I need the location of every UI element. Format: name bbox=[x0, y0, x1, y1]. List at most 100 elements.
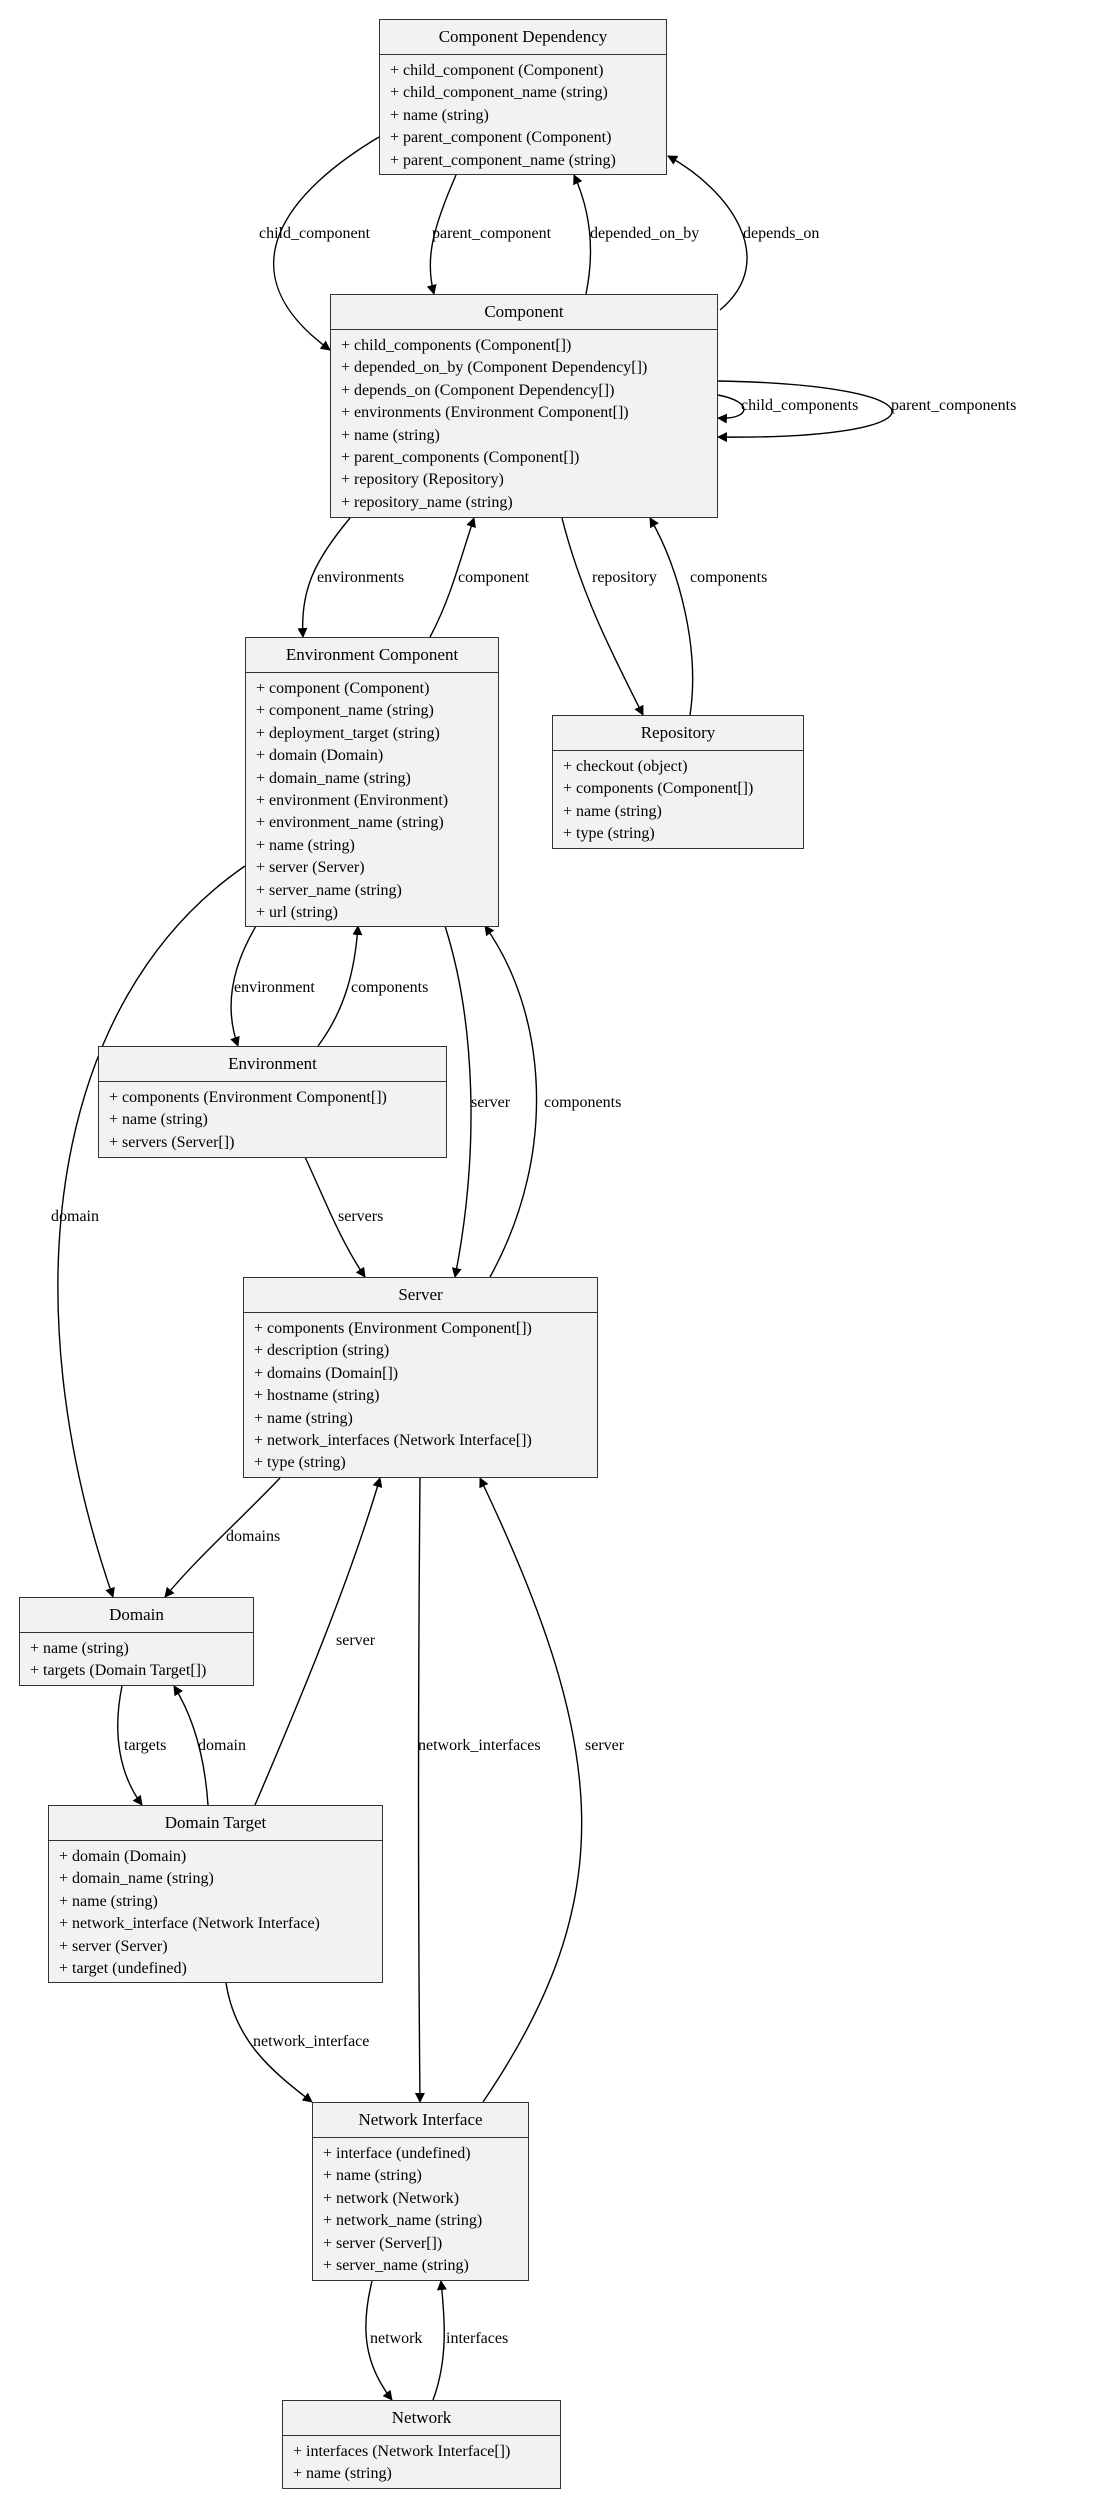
edge-label-depends-on: depends_on bbox=[743, 225, 820, 242]
class-attributes: + child_components (Component[]) + depend… bbox=[331, 330, 717, 518]
class-attribute: + network_interface (Network Interface) bbox=[59, 1915, 320, 1933]
class-attribute: + repository_name (string) bbox=[341, 493, 513, 511]
class-attribute: + components (Environment Component[]) bbox=[254, 1320, 532, 1337]
edge-interfaces bbox=[432, 2280, 447, 2401]
class-domain: Domain + name (string) + targets (Domain T… bbox=[19, 1597, 254, 1686]
edge-label-targets: targets bbox=[124, 1737, 167, 1754]
class-attribute: + deployment_target (string) bbox=[256, 724, 440, 742]
class-attribute: + name (string) bbox=[293, 2465, 392, 2483]
edge-label-server-components: components bbox=[544, 1094, 622, 1111]
class-attribute: + server (Server) bbox=[59, 1937, 168, 1955]
class-attribute: + repository (Repository) bbox=[341, 471, 504, 489]
edge-label-servers: servers bbox=[338, 1208, 384, 1225]
class-title: Repository bbox=[553, 716, 803, 751]
class-attribute: + network (Network) bbox=[323, 2189, 460, 2207]
class-domain-target: Domain Target + domain (Domain) + domain_n… bbox=[48, 1805, 383, 1983]
class-attribute: + child_components (Component[]) bbox=[341, 337, 572, 354]
edge-label-server: server bbox=[471, 1094, 511, 1111]
class-attributes: + checkout (object) + components (Compone… bbox=[553, 751, 803, 850]
class-attribute: + interface (undefined) bbox=[323, 2145, 471, 2162]
class-attribute: + name (string) bbox=[563, 802, 662, 820]
edge-label-parent-components: parent_components bbox=[891, 397, 1017, 414]
class-attribute: + name (string) bbox=[390, 106, 489, 124]
edge-label-repository: repository bbox=[592, 569, 657, 586]
class-attribute: + type (string) bbox=[254, 1454, 346, 1472]
class-attributes: + component (Component) + component_name … bbox=[246, 673, 498, 928]
class-title: Server bbox=[244, 1278, 597, 1313]
class-title: Environment Component bbox=[246, 638, 498, 673]
class-title: Domain bbox=[20, 1598, 253, 1633]
class-title: Component bbox=[331, 295, 717, 330]
class-component-dependency: Component Dependency + child_component (C… bbox=[379, 19, 667, 175]
edge-depended-on-by bbox=[573, 174, 592, 295]
class-attribute: + parent_components (Component[]) bbox=[341, 449, 580, 467]
edge-label-environment: environment bbox=[234, 979, 315, 996]
class-attribute: + name (string) bbox=[341, 426, 440, 444]
class-attribute: + depends_on (Component Dependency[]) bbox=[341, 381, 615, 399]
class-attribute: + name (string) bbox=[109, 1111, 208, 1129]
class-attribute: + component_name (string) bbox=[256, 702, 434, 720]
class-attribute: + type (string) bbox=[563, 825, 655, 843]
class-attribute: + targets (Domain Target[]) bbox=[30, 1662, 207, 1680]
edge-label-parent-component: parent_component bbox=[432, 225, 552, 242]
class-network: Network + interfaces (Network Interface[]… bbox=[282, 2400, 561, 2489]
class-attributes: + interface (undefined) + name (string) + … bbox=[313, 2138, 528, 2281]
class-title: Component Dependency bbox=[380, 20, 666, 55]
class-attribute: + environment_name (string) bbox=[256, 814, 444, 832]
edge-label-network-interface: network_interface bbox=[253, 2033, 370, 2050]
class-attribute: + components (Environment Component[]) bbox=[109, 1089, 387, 1106]
class-attribute: + name (string) bbox=[256, 836, 355, 854]
class-attribute: + component (Component) bbox=[256, 680, 430, 697]
class-environment-component: Environment Component + component (Compon… bbox=[245, 637, 499, 927]
class-attributes: + components (Environment Component[]) + … bbox=[99, 1082, 446, 1158]
edge-label-domain-target-server: server bbox=[336, 1632, 376, 1649]
class-attribute: + name (string) bbox=[30, 1640, 129, 1657]
class-attributes: + domain (Domain) + domain_name (string) +… bbox=[49, 1841, 382, 1984]
class-attribute: + description (string) bbox=[254, 1342, 390, 1360]
edge-network-interfaces bbox=[414, 1477, 425, 2103]
class-attribute: + interfaces (Network Interface[]) bbox=[293, 2443, 511, 2460]
class-environment: Environment + components (Environment Com… bbox=[98, 1046, 447, 1158]
class-attribute: + server (Server) bbox=[256, 859, 365, 877]
class-server: Server + components (Environment Componen… bbox=[243, 1277, 598, 1478]
class-attribute: + server_name (string) bbox=[323, 2257, 469, 2275]
edge-label-network-interface-server: server bbox=[585, 1737, 625, 1754]
class-component: Component + child_components (Component[]… bbox=[330, 294, 718, 518]
class-attribute: + parent_component (Component) bbox=[390, 129, 612, 147]
class-attribute: + domains (Domain[]) bbox=[254, 1364, 399, 1382]
class-repository: Repository + checkout (object) + component… bbox=[552, 715, 804, 849]
class-attributes: + components (Environment Component[]) + … bbox=[244, 1313, 597, 1479]
edge-label-repository-components: components bbox=[690, 569, 768, 586]
class-attribute: + server_name (string) bbox=[256, 881, 402, 899]
edge-label-interfaces: interfaces bbox=[446, 2330, 509, 2347]
class-attribute: + domain_name (string) bbox=[256, 769, 411, 787]
class-attribute: + network_name (string) bbox=[323, 2212, 483, 2230]
class-attribute: + child_component (Component) bbox=[390, 62, 604, 79]
class-attribute: + depended_on_by (Component Dependency[]… bbox=[341, 359, 648, 377]
class-attribute: + checkout (object) bbox=[563, 758, 688, 775]
class-attribute: + servers (Server[]) bbox=[109, 1133, 235, 1151]
class-attribute: + name (string) bbox=[254, 1409, 353, 1427]
edge-ni-server bbox=[479, 1477, 583, 2103]
class-attribute: + domain (Domain) bbox=[256, 747, 384, 765]
class-attribute: + domain (Domain) bbox=[59, 1848, 187, 1865]
edge-label-depended-on-by: depended_on_by bbox=[590, 225, 700, 242]
class-attribute: + network_interfaces (Network Interface[… bbox=[254, 1432, 532, 1450]
edge-label-domain: domain bbox=[51, 1208, 99, 1225]
class-attribute: + parent_component_name (string) bbox=[390, 151, 616, 169]
class-attribute: + domain_name (string) bbox=[59, 1870, 214, 1888]
edge-label-environments: environments bbox=[317, 569, 405, 586]
edge-label-component: component bbox=[458, 569, 530, 586]
class-attribute: + url (string) bbox=[256, 904, 338, 922]
class-attribute: + server (Server[]) bbox=[323, 2234, 443, 2252]
edge-label-child-components: child_components bbox=[741, 397, 859, 414]
class-attribute: + child_component_name (string) bbox=[390, 84, 608, 102]
edge-label-domain-target-domain: domain bbox=[198, 1737, 246, 1754]
edge-label-child-component: child_component bbox=[259, 225, 371, 242]
edge-repository bbox=[561, 517, 644, 716]
class-attributes: + child_component (Component) + child_com… bbox=[380, 55, 666, 176]
class-title: Network Interface bbox=[313, 2103, 528, 2138]
class-attribute: + environment (Environment) bbox=[256, 792, 449, 810]
class-attribute: + name (string) bbox=[323, 2167, 422, 2185]
class-attributes: + interfaces (Network Interface[]) + name… bbox=[283, 2436, 560, 2490]
